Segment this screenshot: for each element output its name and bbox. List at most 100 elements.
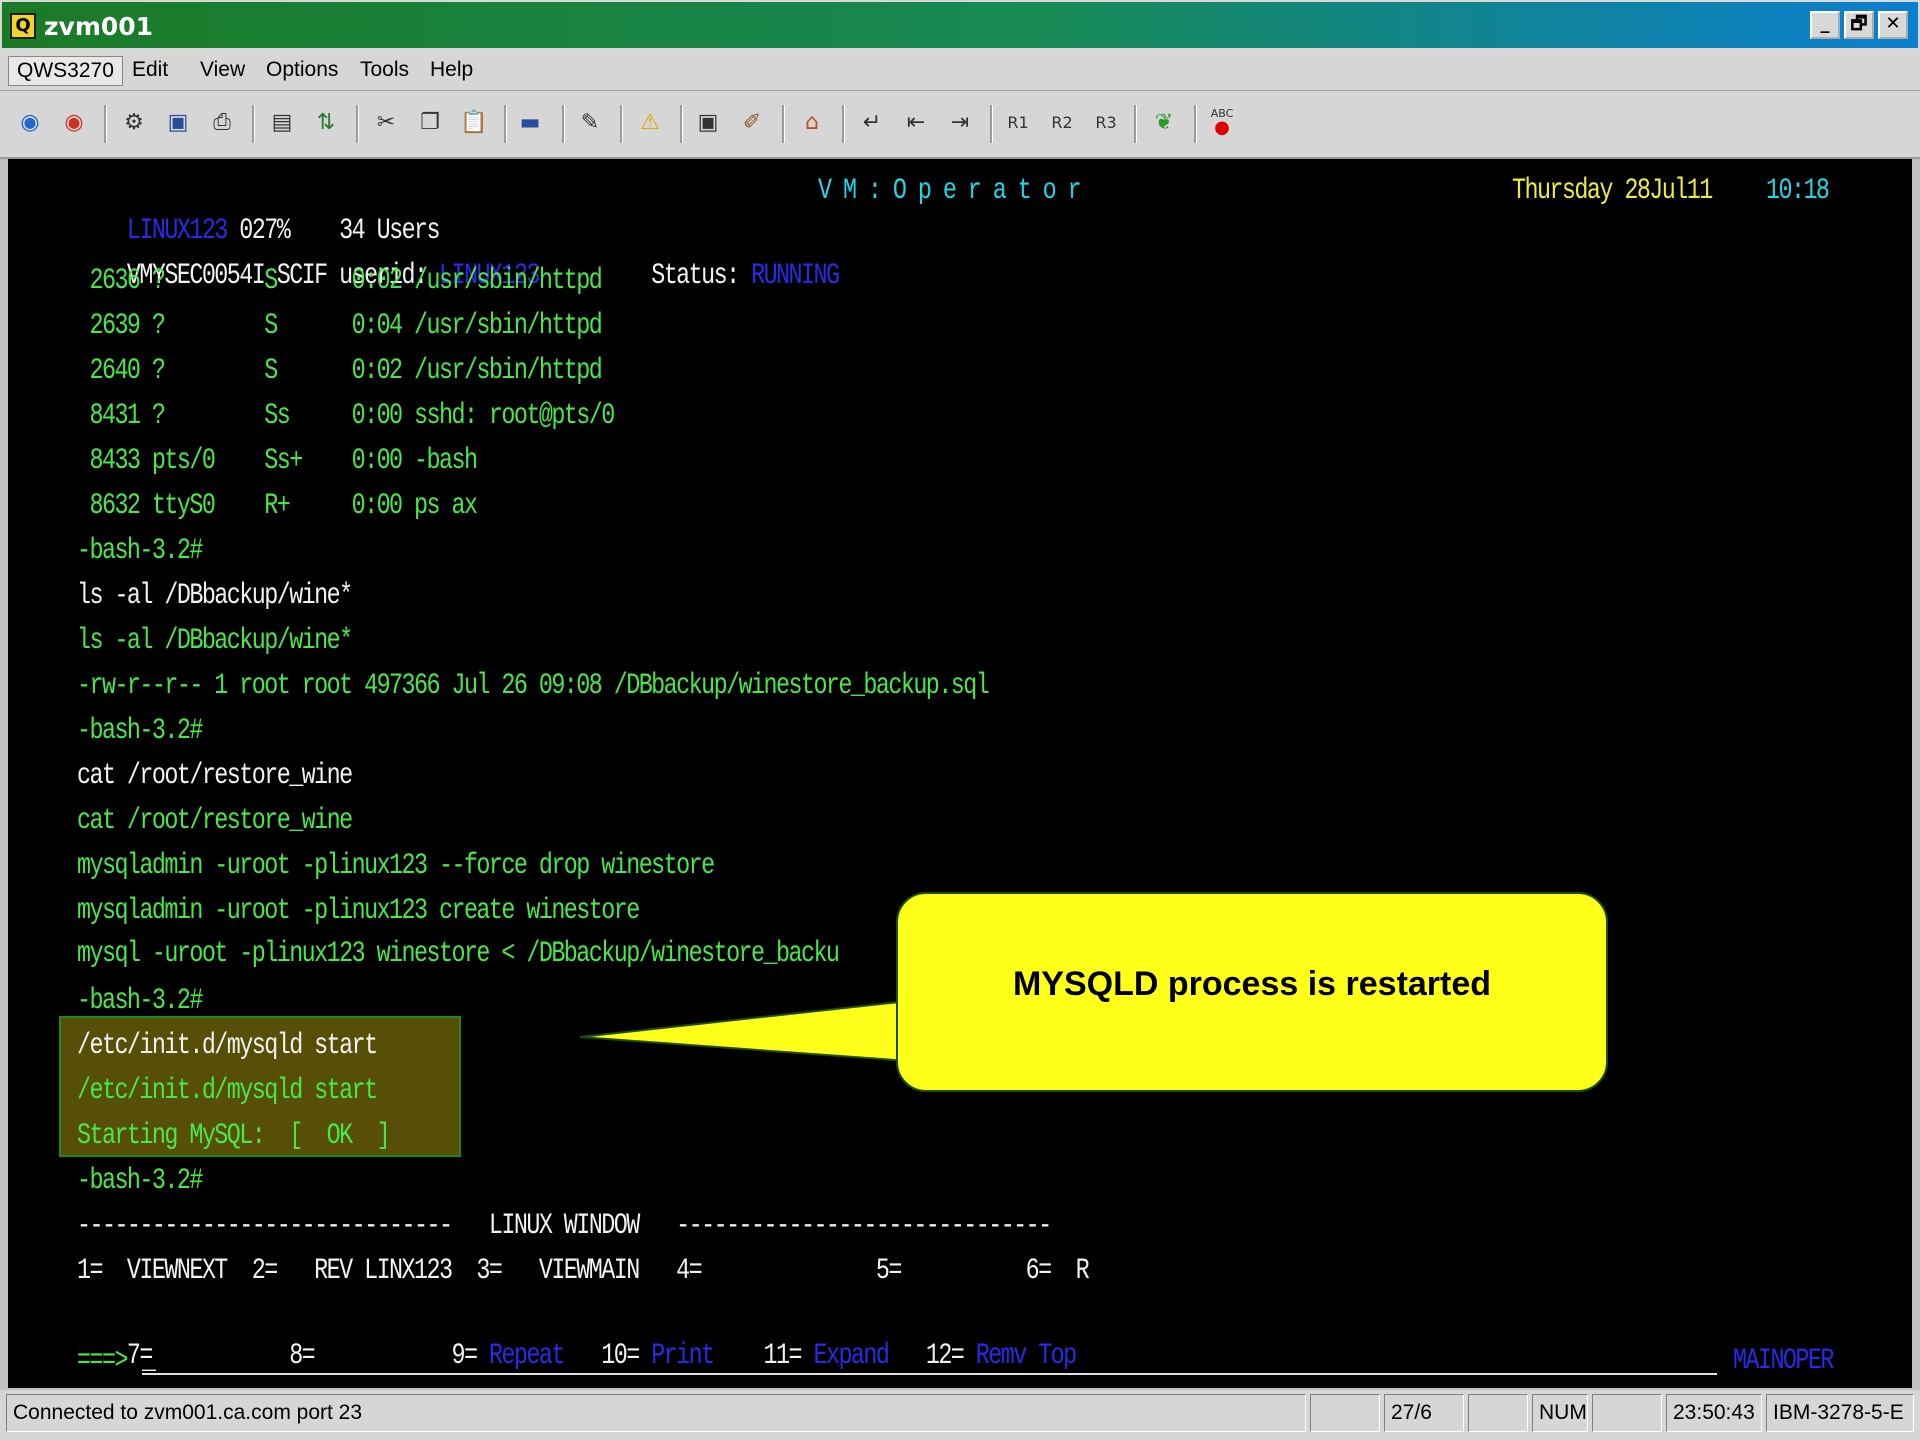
menu-tools[interactable]: Tools	[352, 56, 417, 84]
menu-edit[interactable]: Edit	[124, 56, 176, 84]
status-bar: Connected to zvm001.ca.com port 23 27/6 …	[0, 1390, 1920, 1440]
toolbar-separator	[504, 105, 507, 143]
restore-button[interactable]: 🗗	[1844, 11, 1874, 39]
command-cursor: _	[142, 1344, 156, 1378]
app-title: V M : O p e r a t o r	[818, 174, 1082, 208]
printer-icon[interactable]: ⎙	[206, 107, 238, 139]
display-icon[interactable]: ▣	[162, 107, 194, 139]
status-empty-cell	[1468, 1394, 1528, 1432]
status-label: Status:	[651, 259, 740, 293]
terminal-line: 8431 ? Ss 0:00 sshd: root@pts/0	[77, 399, 615, 433]
terminal-line: -bash-3.2#	[77, 984, 203, 1018]
terminal-line: /etc/init.d/mysqld start	[77, 1029, 378, 1063]
cut-icon[interactable]: ✂	[370, 107, 402, 139]
close-button[interactable]: ✕	[1878, 11, 1908, 39]
terminal-line: -bash-3.2#	[77, 714, 203, 748]
status-clock: 23:50:43	[1666, 1394, 1762, 1432]
command-prompt: ===>	[77, 1344, 128, 1378]
spell-check-icon[interactable]: ABC ●	[1206, 107, 1238, 139]
pf10-label: 10=	[563, 1339, 652, 1373]
settings-icon[interactable]: ✎	[574, 107, 606, 139]
status-empty-cell	[1592, 1394, 1662, 1432]
toolbar-separator	[680, 105, 683, 143]
header-time: 10:18	[1766, 174, 1830, 208]
pf9-repeat[interactable]: Repeat	[489, 1339, 565, 1373]
menu-options[interactable]: Options	[258, 56, 346, 84]
window-title-bar[interactable]: Q zvm001 _ 🗗 ✕	[0, 0, 1920, 50]
terminal-line: ls -al /DBbackup/wine*	[77, 624, 353, 658]
toolbar-separator	[782, 105, 785, 143]
r1-icon[interactable]: R1	[1002, 107, 1034, 139]
toolbar-separator	[842, 105, 845, 143]
pf12-remv-top[interactable]: Remv Top	[976, 1339, 1077, 1373]
r3-icon[interactable]: R3	[1090, 107, 1122, 139]
header-date: Thursday 28Jul11	[1512, 174, 1713, 208]
home-icon[interactable]: ⌂	[796, 107, 828, 139]
warning-icon[interactable]: ⚠	[634, 107, 666, 139]
terminal-line: /etc/init.d/mysqld start	[77, 1074, 378, 1108]
terminal-line: cat /root/restore_wine	[77, 759, 353, 793]
toolbar-separator	[356, 105, 359, 143]
pf10-print[interactable]: Print	[651, 1339, 715, 1373]
minimize-button[interactable]: _	[1810, 11, 1840, 39]
operator-id: MAINOPER	[1733, 1344, 1834, 1378]
menu-bar: QWS3270 Edit View Options Tools Help	[0, 50, 1920, 91]
tool-icon[interactable]: ✐	[736, 107, 768, 139]
pf12-label: 12=	[888, 1339, 976, 1373]
app-icon[interactable]: Q	[10, 13, 36, 39]
numlock-indicator: NUM	[1532, 1394, 1588, 1432]
copy-icon[interactable]: ❐	[414, 107, 446, 139]
monitor-icon[interactable]: ▣	[692, 107, 724, 139]
callout-annotation: MYSQLD process is restarted	[896, 892, 1608, 1092]
terminal-line: 2640 ? S 0:02 /usr/sbin/httpd	[77, 354, 602, 388]
callout-text: MYSQLD process is restarted	[1012, 965, 1492, 1003]
toolbar-separator	[990, 105, 993, 143]
toolbar: ◉ ◉ ⚙ ▣ ⎙ ▤ ⇅ ✂ ❐ 📋 ▬ ✎ ⚠ ▣ ✐ ⌂ ↵ ⇤ ⇥ R1…	[0, 91, 1920, 159]
window-controls: _ 🗗 ✕	[1810, 11, 1908, 39]
keyboard-icon[interactable]: ▬	[514, 107, 546, 139]
terminal-line: cat /root/restore_wine	[77, 804, 353, 838]
toolbar-separator	[1194, 105, 1197, 143]
tab-left-icon[interactable]: ⇤	[900, 107, 932, 139]
command-input[interactable]	[142, 1373, 1717, 1375]
terminal-line: mysqladmin -uroot -plinux123 create wine…	[77, 894, 640, 928]
pf-keys-plain: 7= 8= 9=	[126, 1339, 489, 1373]
pf11-label: 11=	[713, 1339, 814, 1373]
connection-status: Connected to zvm001.ca.com port 23	[6, 1394, 1306, 1432]
window-title: zvm001	[44, 12, 154, 41]
toolbar-separator	[104, 105, 107, 143]
connect-icon[interactable]: ◉	[14, 107, 46, 139]
leaf-icon[interactable]: ❦	[1148, 107, 1180, 139]
terminal-line: 8433 pts/0 Ss+ 0:00 -bash	[77, 444, 478, 478]
terminal-line: 2636 ? S 0:02 /usr/sbin/httpd	[77, 264, 602, 298]
menu-help[interactable]: Help	[422, 56, 481, 84]
terminal-line: -bash-3.2#	[77, 1164, 203, 1198]
pf11-expand[interactable]: Expand	[813, 1339, 889, 1373]
terminal-line: ls -al /DBbackup/wine*	[77, 579, 353, 613]
window-divider: ------------------------------ LINUX WIN…	[77, 1209, 1052, 1243]
terminal-line: -rw-r--r-- 1 root root 497366 Jul 26 09:…	[77, 669, 990, 703]
terminal-screen[interactable]: LINUX123 027% 34 Users V M : O p e r a t…	[8, 159, 1912, 1388]
macro-icon[interactable]: ⚙	[118, 107, 150, 139]
status-empty-cell	[1310, 1394, 1380, 1432]
enter-icon[interactable]: ↵	[856, 107, 888, 139]
terminal-line: -bash-3.2#	[77, 534, 203, 568]
cursor-position: 27/6	[1384, 1394, 1464, 1432]
tab-right-icon[interactable]: ⇥	[944, 107, 976, 139]
toolbar-separator	[620, 105, 623, 143]
menu-qws3270[interactable]: QWS3270	[8, 56, 123, 86]
terminal-line: mysqladmin -uroot -plinux123 --force dro…	[77, 849, 715, 883]
toolbar-separator	[562, 105, 565, 143]
transfer-icon[interactable]: ⇅	[310, 107, 342, 139]
terminal-line: mysql -uroot -plinux123 winestore < /DBb…	[77, 937, 840, 971]
terminal-line: Starting MySQL: [ OK ]	[77, 1119, 391, 1153]
r2-icon[interactable]: R2	[1046, 107, 1078, 139]
menu-view[interactable]: View	[192, 56, 253, 84]
paste-icon[interactable]: 📋	[458, 107, 490, 139]
toolbar-separator	[1134, 105, 1137, 143]
disconnect-icon[interactable]: ◉	[58, 107, 90, 139]
capture-icon[interactable]: ▤	[266, 107, 298, 139]
pf-keys-row-1[interactable]: 1= VIEWNEXT 2= REV LINX123 3= VIEWMAIN 4…	[77, 1251, 1090, 1291]
toolbar-separator	[252, 105, 255, 143]
terminal-type: IBM-3278-5-E	[1766, 1394, 1914, 1432]
